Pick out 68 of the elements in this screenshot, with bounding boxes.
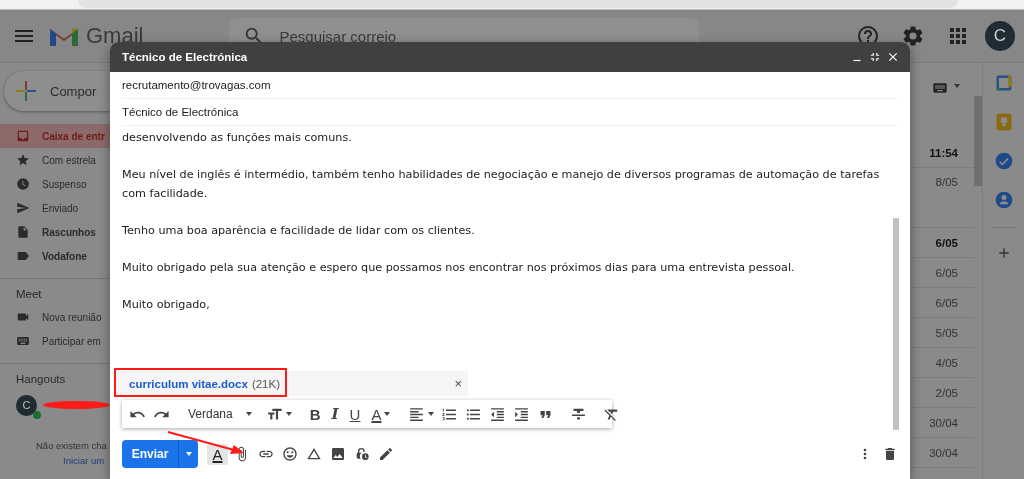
keyboard-icon bbox=[16, 334, 30, 348]
body-paragraph: Tenho uma boa aparência e facilidade de lidar com os clientes. bbox=[122, 222, 476, 239]
date-text: 8/05 bbox=[935, 176, 958, 188]
label-icon bbox=[16, 249, 30, 263]
plus-icon bbox=[14, 79, 38, 103]
send-button[interactable]: Enviar bbox=[122, 440, 178, 468]
redaction-scribble bbox=[42, 401, 110, 409]
sidebar-item[interactable]: Com estrela bbox=[0, 148, 110, 172]
italic-button[interactable]: I bbox=[327, 404, 343, 424]
check-circle-icon[interactable] bbox=[993, 151, 1014, 171]
date-text: 30/04 bbox=[929, 416, 958, 429]
underline-button[interactable]: U bbox=[345, 404, 365, 424]
section-title: Hangouts bbox=[15, 372, 67, 387]
triangle-icon bbox=[305, 446, 322, 462]
date-text: 11:54 bbox=[929, 146, 958, 159]
meet-item[interactable]: Participar em bbox=[0, 329, 110, 353]
date-text: 2/05 bbox=[935, 386, 958, 399]
product-name: Gmail bbox=[86, 23, 144, 49]
meet-item[interactable]: Nova reunião bbox=[0, 305, 110, 329]
star-icon bbox=[16, 153, 30, 167]
color-button[interactable]: A bbox=[367, 404, 395, 424]
attachment-chip[interactable]: curriculum vitae.docx (21K) × bbox=[116, 371, 468, 396]
keyboard-icon[interactable] bbox=[930, 80, 950, 96]
attachment-name[interactable]: curriculum vitae.docx bbox=[129, 377, 248, 390]
caret-icon[interactable] bbox=[954, 84, 960, 88]
sidebar-item[interactable]: Suspenso bbox=[0, 172, 110, 196]
exit-fullscreen-icon[interactable] bbox=[868, 50, 882, 64]
formatting-options-button[interactable]: A bbox=[207, 443, 228, 465]
date-text: 6/05 bbox=[935, 236, 958, 249]
bold-button[interactable]: B bbox=[305, 404, 325, 424]
send-icon bbox=[16, 201, 30, 215]
scrollbar-thumb[interactable] bbox=[893, 218, 899, 430]
pen-icon bbox=[377, 446, 394, 462]
settings-icon[interactable] bbox=[901, 24, 925, 48]
close-icon[interactable] bbox=[886, 50, 900, 64]
remove-attachment-button[interactable]: × bbox=[454, 376, 462, 391]
sidebar-item[interactable]: Enviado bbox=[0, 196, 110, 220]
body-paragraph: Meu nível de inglês é intermédio, também tenho habilidades de negociação e manejo de diversos programas de automação de tarefas com facilidade. bbox=[122, 167, 881, 202]
send-options-button[interactable] bbox=[178, 440, 198, 468]
attachment-size: (21K) bbox=[251, 377, 280, 390]
indent-less-icon bbox=[489, 405, 507, 423]
sidebar-item[interactable]: Vodafone bbox=[0, 244, 110, 268]
body-paragraph: Muito obrigado pela sua atenção e espero que possamos nos encontrar nos próximos dias para uma entrevista pessoal. bbox=[122, 259, 796, 276]
date-text: 6/05 bbox=[935, 296, 958, 309]
date-text: 5/05 bbox=[935, 326, 958, 339]
body-paragraph: Muito obrigado, bbox=[122, 296, 211, 313]
recipient-field[interactable]: recrutamento@trovagas.com bbox=[122, 72, 898, 99]
align-icon bbox=[408, 405, 426, 423]
trash-icon[interactable] bbox=[882, 446, 898, 462]
file-icon bbox=[16, 225, 30, 239]
account-avatar[interactable]: C bbox=[985, 21, 1015, 51]
indent-more-icon bbox=[513, 405, 531, 423]
compose-button[interactable]: Compor bbox=[4, 71, 110, 111]
body-paragraph: desenvolvendo as funções mais comuns. bbox=[122, 130, 353, 146]
person-circle-icon[interactable] bbox=[993, 190, 1014, 210]
window-title: Técnico de Electrónica bbox=[122, 51, 248, 63]
empty-message: Não existem cha bbox=[36, 440, 108, 451]
date-text: 30/04 bbox=[929, 446, 958, 459]
font-dropdown[interactable]: Verdana bbox=[184, 407, 252, 421]
section-title: Meet bbox=[15, 287, 43, 302]
sidebar-item[interactable]: Rascunhos bbox=[0, 220, 110, 244]
date-text: 6/05 bbox=[935, 266, 958, 279]
image-icon bbox=[329, 446, 346, 462]
subject-field[interactable]: Técnico de Electrónica bbox=[122, 99, 898, 126]
date-text: 4/05 bbox=[935, 356, 958, 369]
smiley-icon bbox=[281, 446, 298, 462]
clock-icon bbox=[16, 177, 30, 191]
inbox-icon bbox=[16, 129, 30, 143]
